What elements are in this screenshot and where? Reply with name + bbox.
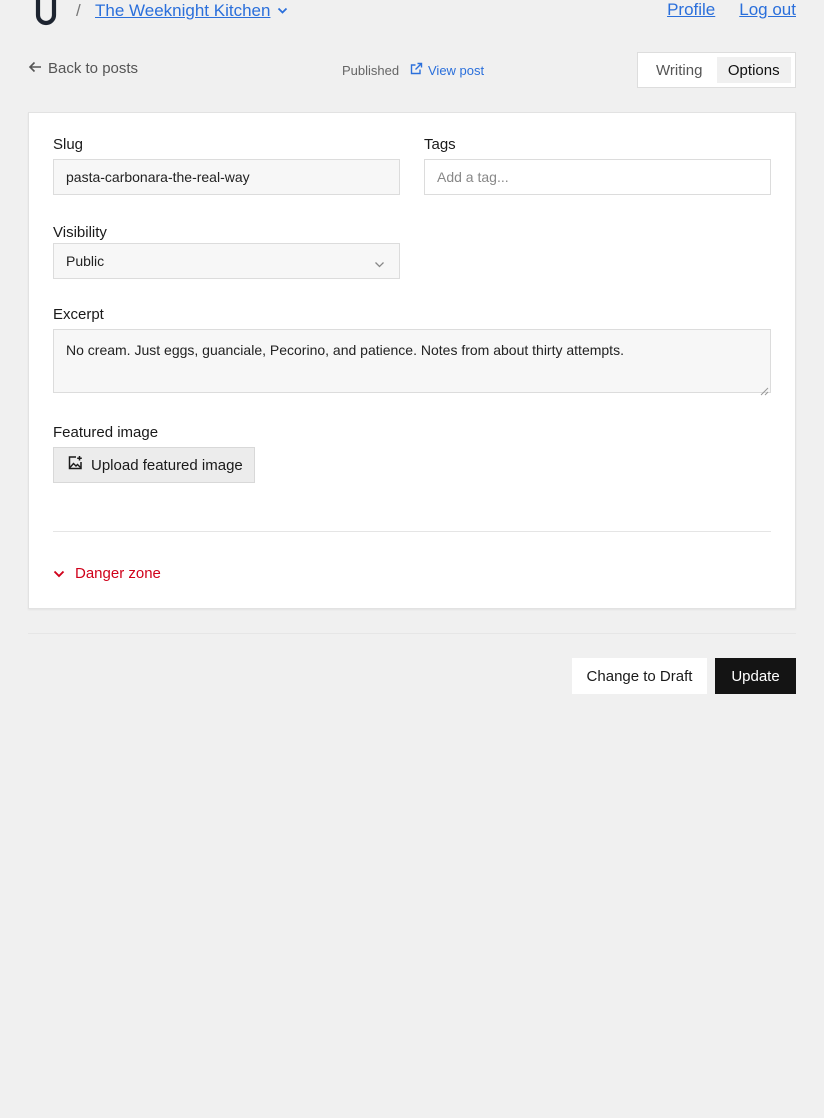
danger-zone-toggle[interactable]: Danger zone: [53, 565, 161, 582]
update-button[interactable]: Update: [715, 658, 796, 694]
excerpt-label: Excerpt: [53, 306, 104, 323]
visibility-value: Public: [66, 253, 105, 269]
view-post-label: View post: [428, 62, 485, 78]
editor-mode-toggle: Writing Options: [637, 52, 796, 88]
logo-icon[interactable]: [28, 0, 64, 28]
account-links: Profile Log out: [667, 0, 796, 20]
featured-image-label: Featured image: [53, 424, 159, 441]
top-bar: / The Weeknight Kitchen Profile Log out: [0, 0, 824, 28]
chevron-down-icon: [277, 7, 288, 15]
excerpt-value: No cream. Just eggs, guanciale, Pecorino…: [66, 342, 624, 358]
danger-zone-label: Danger zone: [75, 565, 161, 582]
site-switcher-link[interactable]: The Weeknight Kitchen: [95, 0, 288, 22]
post-status: Published: [342, 63, 400, 78]
excerpt-textarea[interactable]: No cream. Just eggs, guanciale, Pecorino…: [53, 329, 771, 396]
tags-placeholder: Add a tag...: [437, 169, 509, 185]
breadcrumb-separator: /: [76, 1, 81, 20]
tab-options[interactable]: Options: [716, 57, 791, 83]
view-post-link[interactable]: View post: [410, 62, 484, 78]
slug-input[interactable]: pasta-carbonara-the-real-way: [53, 159, 400, 195]
section-divider: [53, 531, 771, 532]
image-add-icon: [67, 455, 83, 475]
chevron-down-icon: [53, 565, 65, 582]
external-link-icon: [410, 62, 423, 78]
options-panel: Slug pasta-carbonara-the-real-way Tags A…: [28, 112, 796, 609]
slug-value: pasta-carbonara-the-real-way: [66, 169, 250, 185]
editor-subbar: Back to posts Published View post Writin…: [28, 52, 796, 88]
change-to-draft-button[interactable]: Change to Draft: [572, 658, 707, 694]
resize-handle-icon[interactable]: [760, 382, 769, 396]
site-name: The Weeknight Kitchen: [95, 1, 271, 20]
tab-writing[interactable]: Writing: [642, 57, 717, 83]
tags-input[interactable]: Add a tag...: [424, 159, 771, 195]
slug-label: Slug: [53, 136, 84, 153]
visibility-select[interactable]: Public: [53, 243, 400, 279]
upload-featured-image-button[interactable]: Upload featured image: [53, 447, 255, 483]
logout-link[interactable]: Log out: [739, 0, 796, 20]
arrow-left-icon: [28, 60, 42, 77]
upload-label: Upload featured image: [91, 456, 243, 474]
tags-label: Tags: [424, 136, 456, 153]
chevron-down-icon: [374, 256, 385, 272]
profile-link[interactable]: Profile: [667, 0, 715, 20]
back-label: Back to posts: [48, 60, 139, 77]
back-to-posts-link[interactable]: Back to posts: [28, 60, 138, 77]
footer-divider: [28, 633, 796, 634]
visibility-label: Visibility: [53, 224, 107, 241]
